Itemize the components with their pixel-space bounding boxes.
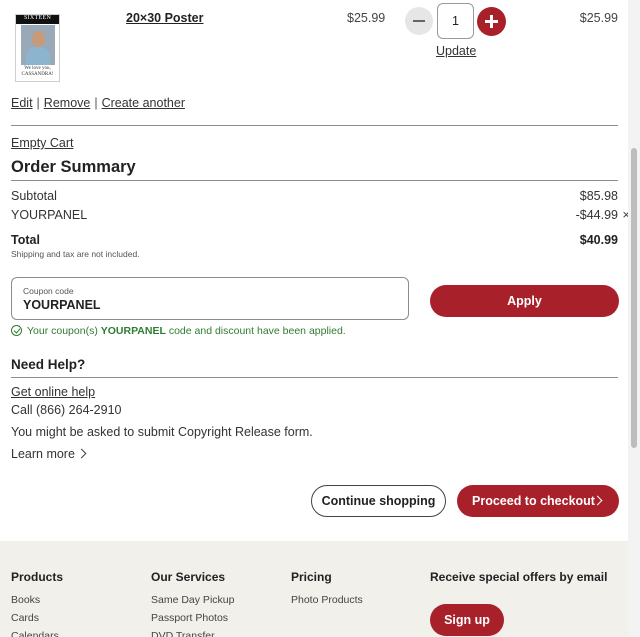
edit-link[interactable]: Edit bbox=[11, 96, 33, 110]
footer-services: Our Services Same Day Pickup Passport Ph… bbox=[151, 570, 234, 637]
footer-link[interactable]: Cards bbox=[11, 609, 63, 627]
thumbnail-caption-line2: CASSANDRA! bbox=[21, 72, 54, 77]
checkout-label: Proceed to checkout bbox=[472, 494, 595, 508]
help-phone: Call (866) 264-2910 bbox=[11, 403, 122, 417]
divider bbox=[11, 125, 618, 126]
footer-heading: Receive special offers by email bbox=[430, 570, 608, 584]
footer-offers: Receive special offers by email bbox=[430, 570, 607, 591]
learn-more-link[interactable]: Learn more bbox=[11, 447, 87, 461]
sign-up-button[interactable]: Sign up bbox=[430, 604, 504, 636]
scrollbar-thumb[interactable] bbox=[631, 148, 637, 448]
apply-coupon-button[interactable]: Apply bbox=[430, 285, 619, 317]
thumbnail-banner: SIXTEEN bbox=[16, 15, 59, 24]
remove-link[interactable]: Remove bbox=[44, 96, 91, 110]
action-separator: | bbox=[36, 96, 40, 110]
coupon-code-field[interactable]: Coupon code YOURPANEL bbox=[11, 277, 409, 320]
divider bbox=[11, 180, 618, 181]
footer-link[interactable]: Calendars bbox=[11, 627, 63, 637]
check-circle-icon bbox=[11, 325, 22, 336]
action-separator: | bbox=[94, 96, 98, 110]
coupon-line-value: -$44.99 bbox=[575, 208, 618, 222]
copyright-note: You might be asked to submit Copyright R… bbox=[11, 425, 313, 439]
coupon-applied-message: Your coupon(s) YOURPANEL code and discou… bbox=[11, 325, 346, 337]
footer-heading: Pricing bbox=[291, 570, 332, 584]
chevron-right-icon bbox=[76, 448, 87, 459]
coupon-msg-suffix: code and discount have been applied. bbox=[168, 325, 346, 337]
continue-shopping-button[interactable]: Continue shopping bbox=[311, 485, 446, 517]
need-help-title: Need Help? bbox=[11, 357, 86, 372]
footer-heading: Our Services bbox=[151, 570, 226, 584]
photo-body bbox=[26, 47, 50, 65]
item-title-link[interactable]: 20×30 Poster bbox=[126, 11, 203, 25]
thumbnail-photo bbox=[21, 25, 55, 65]
scrollbar[interactable] bbox=[628, 0, 640, 637]
footer-link[interactable]: Passport Photos bbox=[151, 609, 234, 627]
quantity-increase-button[interactable] bbox=[477, 7, 506, 36]
coupon-field-label: Coupon code bbox=[23, 286, 74, 296]
divider bbox=[11, 377, 618, 378]
poster-thumbnail[interactable]: SIXTEEN We love you, CASSANDRA! bbox=[15, 14, 60, 82]
item-actions: Edit | Remove | Create another bbox=[11, 96, 185, 110]
coupon-line-label: YOURPANEL bbox=[11, 208, 88, 222]
line-total: $25.99 bbox=[579, 11, 618, 25]
update-quantity-link[interactable]: Update bbox=[436, 44, 476, 58]
quantity-decrease-button[interactable] bbox=[405, 7, 433, 35]
total-label: Total bbox=[11, 233, 40, 247]
footer-products: Products Books Cards Calendars bbox=[11, 570, 63, 637]
thumbnail-caption: We love you, CASSANDRA! bbox=[16, 66, 59, 78]
subtotal-value: $85.98 bbox=[579, 189, 618, 203]
footer-link[interactable]: Photo Products bbox=[291, 591, 363, 609]
unit-price: $25.99 bbox=[347, 11, 386, 25]
empty-cart-link[interactable]: Empty Cart bbox=[11, 136, 74, 150]
footer-pricing: Pricing Photo Products bbox=[291, 570, 363, 609]
site-footer: Products Books Cards Calendars Our Servi… bbox=[0, 541, 628, 637]
create-another-link[interactable]: Create another bbox=[102, 96, 185, 110]
learn-more-label: Learn more bbox=[11, 447, 75, 461]
coupon-msg-prefix: Your coupon(s) bbox=[27, 325, 98, 337]
photo-head bbox=[32, 31, 45, 47]
thumbnail-banner-text: SIXTEEN bbox=[24, 15, 52, 21]
quantity-input[interactable]: 1 bbox=[437, 3, 474, 39]
cart-page: SIXTEEN We love you, CASSANDRA! 20×30 Po… bbox=[0, 0, 628, 637]
online-help-link[interactable]: Get online help bbox=[11, 385, 95, 399]
footer-heading: Products bbox=[11, 570, 64, 584]
tax-note: Shipping and tax are not included. bbox=[11, 249, 140, 259]
footer-link[interactable]: Books bbox=[11, 591, 63, 609]
total-value: $40.99 bbox=[579, 233, 618, 247]
proceed-to-checkout-button[interactable]: Proceed to checkout bbox=[457, 485, 619, 517]
footer-link[interactable]: Same Day Pickup bbox=[151, 591, 234, 609]
footer-link[interactable]: DVD Transfer bbox=[151, 627, 234, 637]
coupon-field-value[interactable]: YOURPANEL bbox=[23, 298, 101, 312]
order-summary-title: Order Summary bbox=[11, 158, 136, 176]
subtotal-label: Subtotal bbox=[11, 189, 57, 203]
coupon-msg-code: YOURPANEL bbox=[100, 325, 166, 337]
